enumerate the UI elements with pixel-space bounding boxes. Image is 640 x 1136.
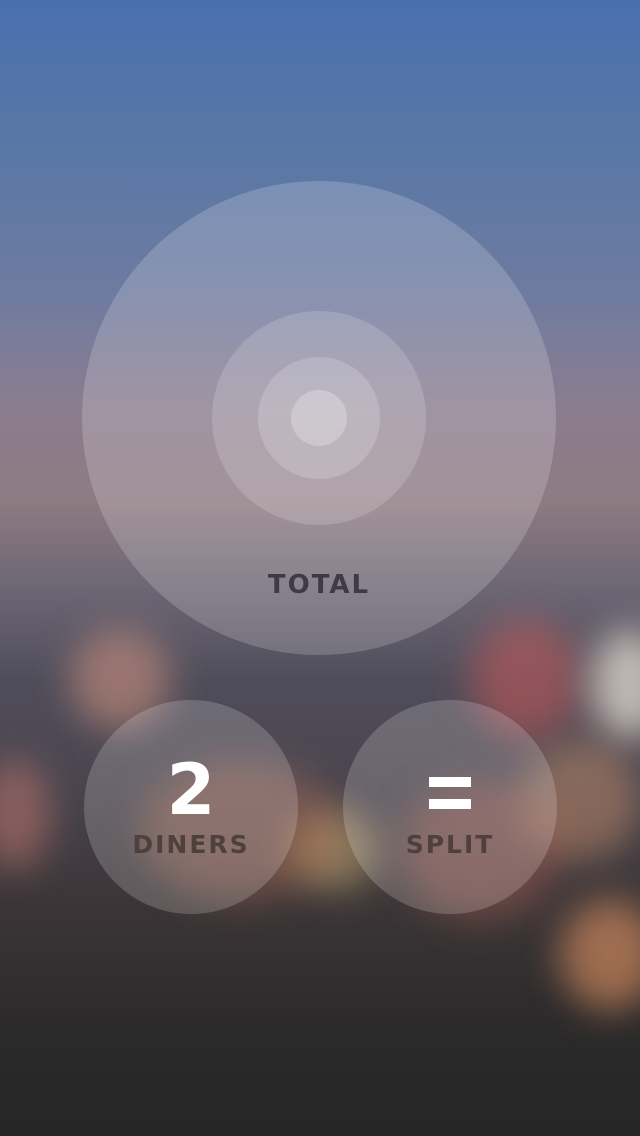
diners-count: 2 <box>166 749 216 831</box>
diners-label: DINERS <box>132 830 250 859</box>
background-bokeh <box>560 900 640 1010</box>
total-dial-center[interactable] <box>291 390 347 446</box>
app-screen: TOTAL 2 DINERS SPLIT <box>0 0 640 1136</box>
total-label: TOTAL <box>267 570 371 600</box>
split-label: SPLIT <box>405 830 495 859</box>
background-bokeh <box>590 630 640 740</box>
diners-button[interactable]: 2 DINERS <box>84 700 298 914</box>
background-bokeh <box>0 760 50 870</box>
equals-icon <box>429 777 471 811</box>
split-button[interactable]: SPLIT <box>343 700 557 914</box>
